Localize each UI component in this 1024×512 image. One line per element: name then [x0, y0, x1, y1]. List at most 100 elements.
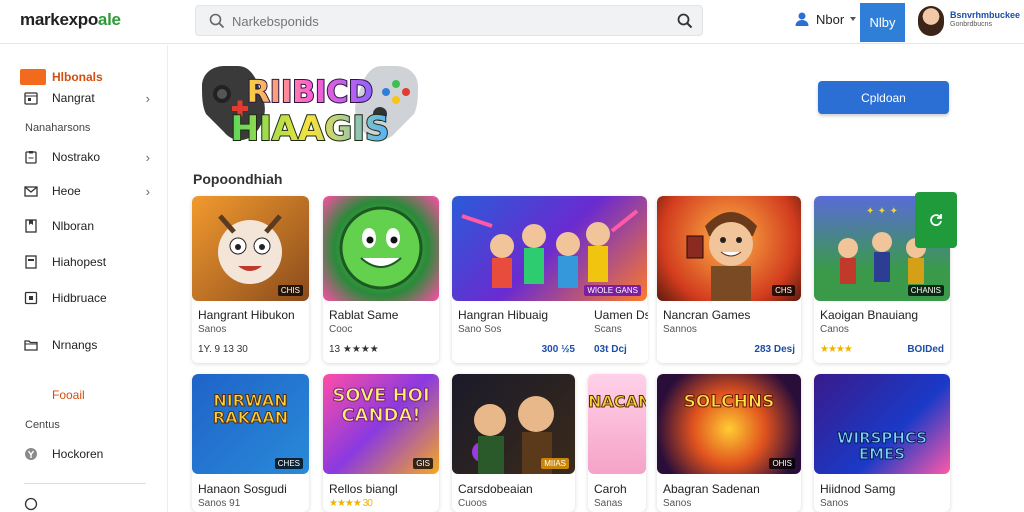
sidebar-item-label: Hiahopest — [52, 255, 107, 269]
game-subtitle: Sanos — [820, 498, 849, 509]
mail-icon — [24, 186, 38, 197]
chevron-right-icon: › — [145, 90, 150, 106]
game-card[interactable]: NIRWAN RAKAAN CHES Hanaon Sosgudi Sanos … — [192, 374, 309, 512]
circle-icon[interactable] — [24, 497, 38, 511]
game-tag: MIIAS — [541, 458, 569, 469]
sidebar-item-hockoren[interactable]: Hockoren — [24, 447, 154, 461]
avatar[interactable] — [918, 6, 944, 36]
game-card[interactable]: CHIS Hangrant Hibukon Sanos 1Y. 9 13 30 — [192, 196, 309, 363]
sidebar-item-nangrat[interactable]: Nangrat › — [24, 90, 154, 106]
game-tag: GIS — [413, 458, 433, 469]
sidebar-item-nrnangs[interactable]: Nrnangs — [24, 338, 154, 352]
game-meta: 300 ½5 — [541, 344, 575, 355]
refresh-icon — [930, 214, 942, 226]
game-title: Hangran Hibuaig — [458, 308, 549, 322]
game-title: Hanaon Sosgudi — [198, 482, 287, 496]
download-button[interactable]: Cpldoan — [818, 81, 949, 114]
game-meta: 283 Desj — [754, 344, 795, 355]
character-art — [339, 206, 423, 290]
brand-subtitle: Gonbrdbucns — [950, 21, 993, 28]
thumb-art-text: ✦ ✦ ✦ — [866, 206, 898, 217]
game-thumbnail: MIIAS — [452, 374, 575, 474]
game-subtitle: Canos — [820, 324, 849, 335]
game-meta: 1Y. 9 13 30 — [198, 344, 248, 355]
sidebar-item-label: Heoe — [52, 184, 81, 198]
sidebar-divider — [24, 483, 146, 484]
game-card[interactable]: MIIAS Carsdobeaian Cuoos — [452, 374, 575, 512]
search-bar[interactable] — [195, 5, 703, 36]
logo-text: markexpo — [20, 10, 98, 29]
game-card[interactable]: WIRSPHCS EMES Hiidnod Samg Sanos — [814, 374, 950, 512]
game-title: Caroh — [594, 482, 627, 496]
sidebar-item-active[interactable]: Hlbonals — [52, 70, 103, 84]
circle-y-icon — [25, 448, 37, 460]
game-card[interactable]: Rablat Same Cooc 13 ★★★★ — [323, 196, 439, 363]
sidebar-heading: Nanaharsons — [25, 122, 91, 134]
account-menu[interactable]: Nbor — [794, 11, 857, 27]
folder-icon — [24, 340, 38, 351]
active-indicator — [20, 69, 46, 85]
square-icon — [24, 291, 38, 305]
game-card[interactable]: NACAN Caroh Sanas — [588, 374, 646, 512]
game-card[interactable]: SOVE HOI CANDA! GIS Rellos biangl ★★★★ 3… — [323, 374, 439, 512]
sidebar-item-featured[interactable]: Fooail — [52, 388, 85, 402]
bookmark-icon — [25, 219, 37, 233]
search-submit-icon[interactable] — [676, 12, 694, 30]
thumb-art-text: WIRSPHCS EMES — [836, 429, 928, 463]
game-thumbnail: NIRWAN RAKAAN CHES — [192, 374, 309, 474]
top-action-button[interactable]: Nlby — [860, 3, 905, 42]
game-tag: WIOLE GANS — [584, 285, 641, 296]
game-tag: CHS — [772, 285, 795, 296]
thumb-art-text: SOVE HOI CANDA! — [332, 385, 430, 426]
app-logo[interactable]: markexpoale — [20, 10, 121, 30]
game-title: Kaoigan Bnauiang — [820, 308, 919, 322]
game-logo-art: RIIBICD HIAAGIS — [202, 66, 418, 150]
game-card[interactable]: Uamen Ds Scans 03t Dcj — [590, 302, 648, 363]
refresh-badge[interactable] — [915, 192, 957, 248]
game-subtitle: Scans — [594, 324, 622, 335]
account-label: Nbor — [816, 11, 845, 27]
sidebar-item-label: Nrnangs — [52, 338, 98, 352]
game-tag: OHIS — [769, 458, 795, 469]
section-title: Popoondhiah — [193, 171, 283, 187]
game-title: Carsdobeaian — [458, 482, 533, 496]
game-subtitle: Cuoos — [458, 498, 487, 509]
sidebar-item-nlboran[interactable]: Nlboran — [24, 219, 154, 233]
game-title: Abagran Sadenan — [663, 482, 760, 496]
game-title: Uamen Ds — [594, 308, 648, 322]
game-subtitle: ★★★★ 30 — [329, 498, 373, 509]
game-meta: 13 ★★★★ — [329, 344, 379, 355]
sidebar-item-label: Hidbruace — [52, 291, 107, 305]
game-title: Rablat Same — [329, 308, 399, 322]
sidebar-item-heoe[interactable]: Heoe › — [24, 184, 154, 199]
game-thumbnail: SOLCHNS OHIS — [657, 374, 801, 474]
chevron-right-icon: › — [145, 149, 150, 165]
sidebar-item-hidbruace[interactable]: Hidbruace — [24, 291, 154, 305]
game-subtitle: Sanos 91 — [198, 498, 241, 509]
game-meta: 03t Dcj — [594, 344, 627, 355]
search-input[interactable] — [232, 10, 652, 32]
game-thumbnail — [323, 196, 439, 301]
search-icon — [209, 13, 225, 29]
game-thumbnail: CHS — [657, 196, 801, 301]
sidebar-item-label: Nlboran — [52, 219, 95, 233]
user-icon — [795, 12, 809, 26]
game-thumbnail: NACAN — [588, 374, 646, 474]
sidebar-heading: Centus — [25, 419, 60, 431]
game-subtitle: Sano Sos — [458, 324, 502, 335]
hero-logo-line-2: HIAAGIS — [231, 109, 390, 149]
game-thumbnail: CHIS — [192, 196, 309, 301]
game-subtitle: Sanos — [198, 324, 227, 335]
sidebar-item-nostrako[interactable]: Nostrako › — [24, 149, 154, 165]
game-meta: BOIDed — [907, 344, 944, 355]
thumb-art-text: NIRWAN RAKAAN — [212, 391, 289, 427]
game-card[interactable]: SOLCHNS OHIS Abagran Sadenan Sanos — [657, 374, 801, 512]
game-title: Hiidnod Samg — [820, 482, 896, 496]
game-thumbnail: WIOLE GANS — [452, 196, 647, 301]
game-tag: CHIS — [277, 285, 303, 296]
brand-block: Bsnvrhmbuckee Gonbrdbucns — [950, 10, 1020, 30]
game-card[interactable]: CHS Nancran Games Sannos 283 Desj — [657, 196, 801, 363]
game-subtitle: Sannos — [663, 324, 697, 335]
top-bar: markexpoale Nbor Nlby Bsnvrhmbuckee Gonb… — [0, 0, 1024, 44]
sidebar-item-hiahopest[interactable]: Hiahopest — [24, 255, 154, 269]
